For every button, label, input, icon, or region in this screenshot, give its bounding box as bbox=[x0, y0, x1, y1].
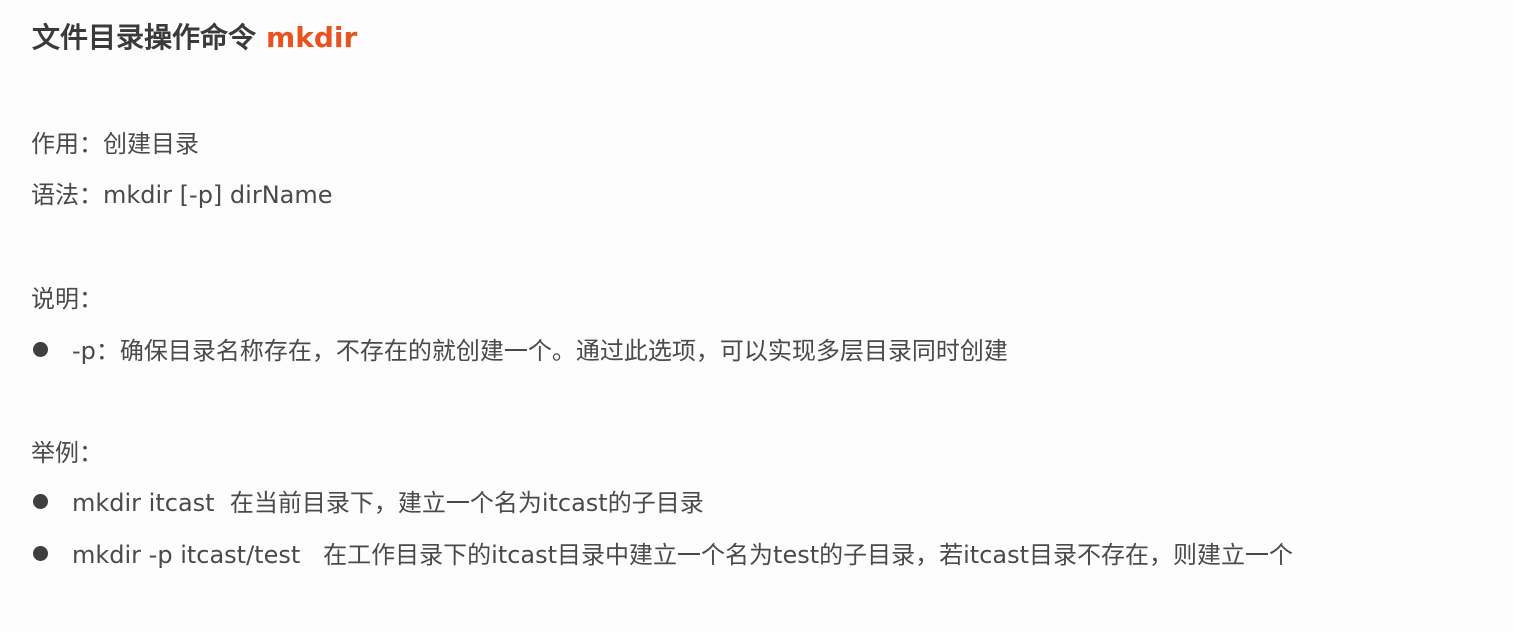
note-item-text: -p：确保目录名称存在，不存在的就创建一个。通过此选项，可以实现多层目录同时创建 bbox=[72, 337, 1008, 365]
note-item: -p：确保目录名称存在，不存在的就创建一个。通过此选项，可以实现多层目录同时创建 bbox=[31, 334, 1008, 368]
page-title: 文件目录操作命令 mkdir bbox=[32, 18, 357, 58]
example-item-text: mkdir itcast 在当前目录下，建立一个名为itcast的子目录 bbox=[72, 489, 704, 517]
examples-heading: 举例： bbox=[31, 439, 103, 467]
title-text: 文件目录操作命令 bbox=[32, 21, 257, 54]
example-item: mkdir itcast 在当前目录下，建立一个名为itcast的子目录 bbox=[31, 486, 704, 520]
example-item-text: mkdir -p itcast/test 在工作目录下的itcast目录中建立一… bbox=[72, 541, 1294, 569]
title-command: mkdir bbox=[266, 21, 358, 54]
notes-heading: 说明： bbox=[31, 285, 103, 313]
bullet-dot-icon bbox=[33, 341, 48, 357]
bullet-dot-icon bbox=[33, 493, 48, 509]
purpose-line: 作用：创建目录 bbox=[31, 130, 199, 158]
bullet-dot-icon bbox=[33, 545, 48, 561]
example-item: mkdir -p itcast/test 在工作目录下的itcast目录中建立一… bbox=[31, 538, 1293, 572]
syntax-line: 语法：mkdir [-p] dirName bbox=[31, 181, 333, 209]
